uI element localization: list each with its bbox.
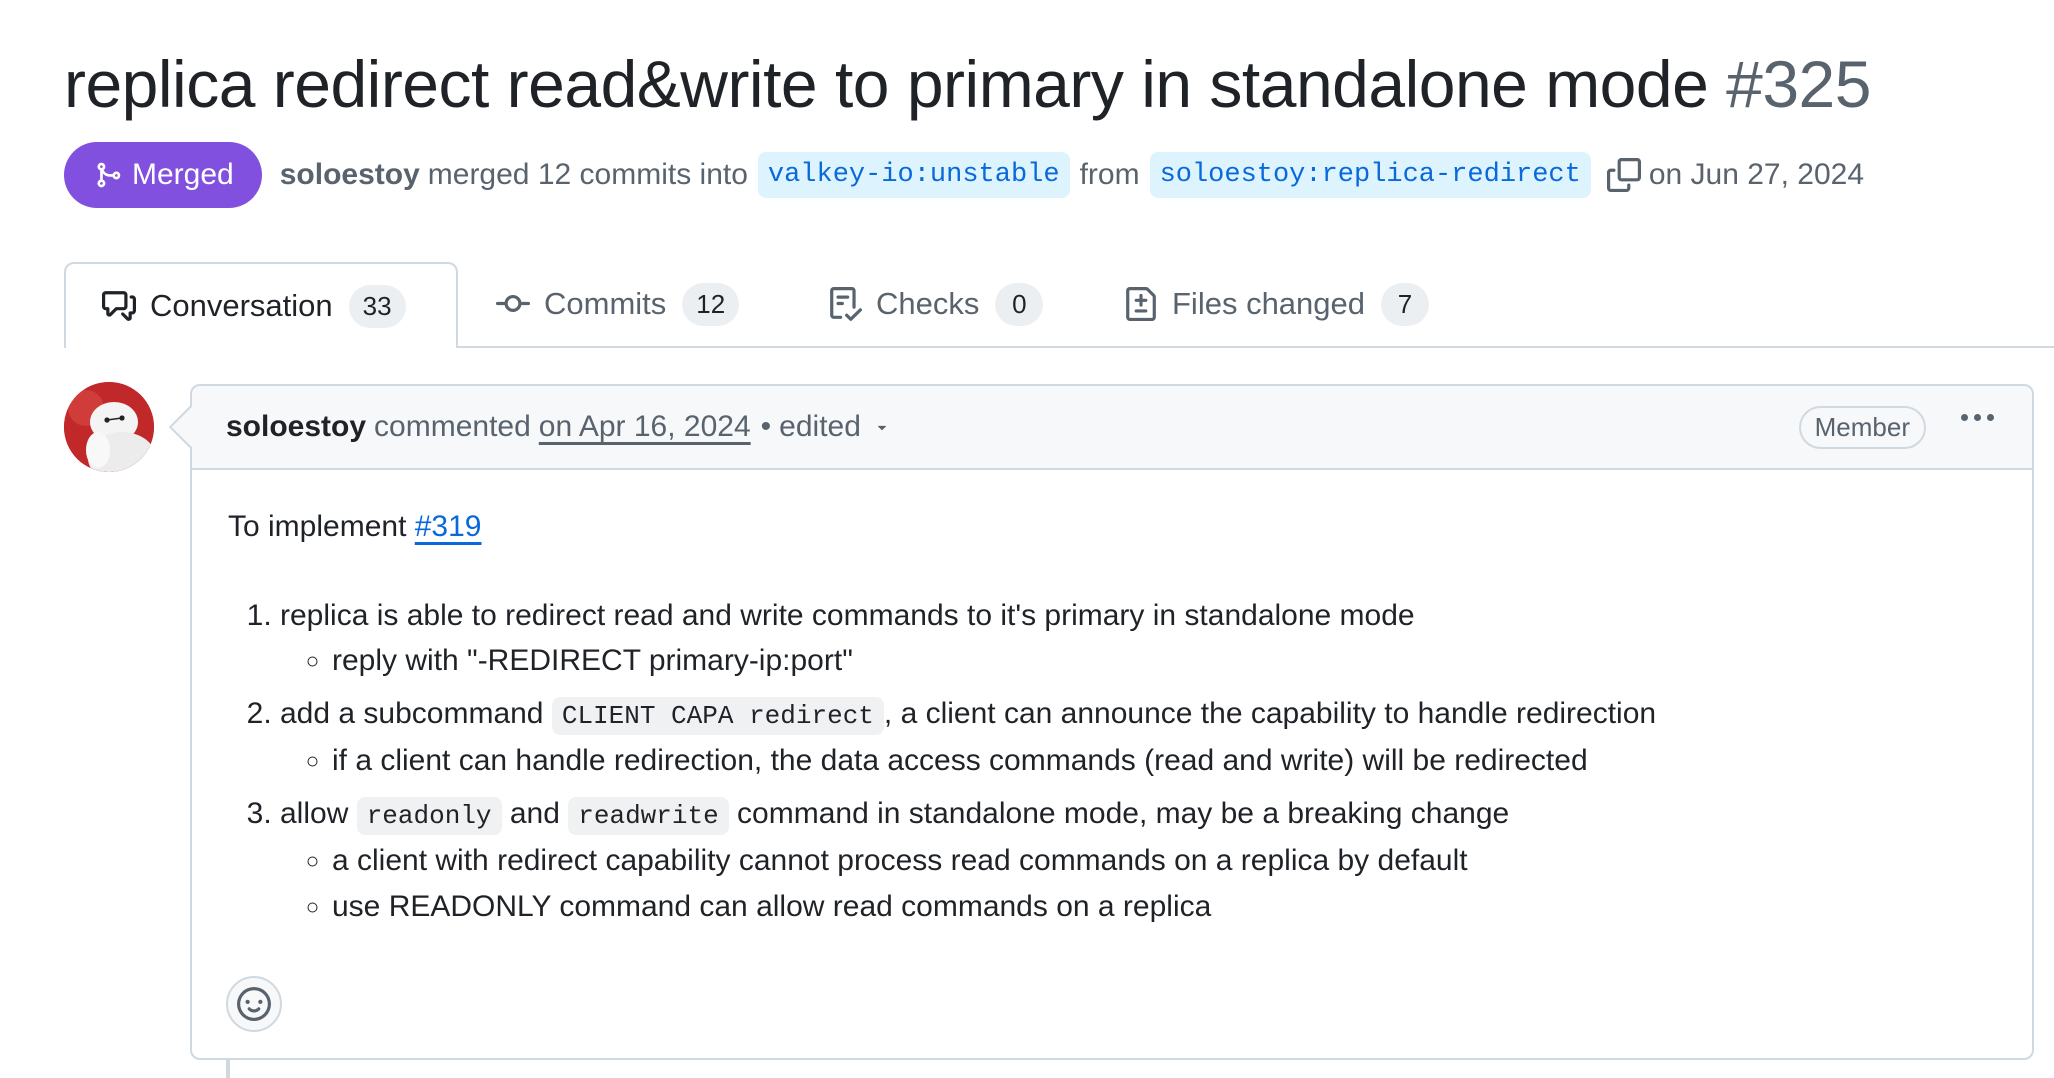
git-commit-icon xyxy=(496,294,530,312)
item-3-mid: and xyxy=(501,797,569,830)
checklist-icon xyxy=(830,287,862,321)
tab-commits-label: Commits xyxy=(544,286,667,321)
merged-commits-text: merged 12 commits into xyxy=(427,158,748,191)
tab-conversation-label: Conversation xyxy=(150,288,333,323)
merged-state-badge: Merged xyxy=(64,142,262,208)
item-1-text: replica is able to redirect read and wri… xyxy=(280,599,1415,632)
comment-header: soloestoy commented on Apr 16, 2024 • ed… xyxy=(192,386,2032,470)
tab-checks[interactable]: Checks 0 xyxy=(828,262,1044,346)
sub-list-item: reply with "-REDIRECT primary-ip:port" xyxy=(332,638,1996,684)
comment-box: soloestoy commented on Apr 16, 2024 • ed… xyxy=(190,384,2034,1060)
smiley-icon xyxy=(237,987,271,1021)
issue-link[interactable]: #319 xyxy=(415,510,482,543)
tab-conversation-count: 33 xyxy=(348,284,406,328)
list-item: add a subcommand CLIENT CAPA redirect, a… xyxy=(280,692,1996,784)
timeline-line xyxy=(226,1058,230,1078)
comment-edited[interactable]: edited xyxy=(779,410,861,444)
sub-list-item: a client with redirect capability cannot… xyxy=(332,838,1996,884)
tab-checks-count: 0 xyxy=(995,282,1044,326)
add-reaction-button[interactable] xyxy=(226,976,282,1032)
sub-list-item: if a client can handle redirection, the … xyxy=(332,738,1996,784)
sub-list: a client with redirect capability cannot… xyxy=(280,838,1996,930)
sub-list: if a client can handle redirection, the … xyxy=(280,738,1996,784)
item-2-post: , a client can announce the capability t… xyxy=(883,697,1657,730)
comment-author-link[interactable]: soloestoy xyxy=(226,410,366,444)
kebab-horizontal-icon[interactable] xyxy=(1961,414,1994,421)
tab-commits-count: 12 xyxy=(682,282,740,326)
pr-number: #325 xyxy=(1726,47,1871,121)
intro-paragraph: To implement #319 xyxy=(228,510,1996,544)
from-text: from xyxy=(1079,158,1140,191)
member-badge: Member xyxy=(1798,406,1926,449)
tab-checks-label: Checks xyxy=(876,286,980,321)
comment-body: To implement #319 replica is able to red… xyxy=(192,470,2032,930)
base-branch[interactable]: valkey-io:unstable xyxy=(757,152,1070,198)
comment-separator: • xyxy=(760,410,772,443)
inline-code: CLIENT CAPA redirect xyxy=(551,697,884,735)
item-3-pre: allow xyxy=(280,797,357,830)
item-3-post: command in standalone mode, may be a bre… xyxy=(728,797,1510,830)
list-item: allow readonly and readwrite command in … xyxy=(280,792,1996,930)
tab-commits[interactable]: Commits 12 xyxy=(496,262,740,346)
merged-date: on Jun 27, 2024 xyxy=(1648,158,1865,191)
avatar[interactable] xyxy=(64,382,154,472)
sub-list: reply with "-REDIRECT primary-ip:port" xyxy=(280,638,1996,684)
tab-files-changed-label: Files changed xyxy=(1172,286,1366,321)
intro-text: To implement xyxy=(228,510,415,543)
pr-title-text: replica redirect read&write to primary i… xyxy=(64,47,1709,121)
inline-code: readonly xyxy=(356,797,502,835)
triangle-down-icon[interactable] xyxy=(873,418,891,436)
list-item: replica is able to redirect read and wri… xyxy=(280,594,1996,684)
item-2-pre: add a subcommand xyxy=(280,697,552,730)
pr-meta: Merged soloestoy merged 12 commits into … xyxy=(64,142,1864,208)
merged-state-label: Merged xyxy=(132,158,234,191)
tab-files-changed[interactable]: Files changed 7 xyxy=(1124,262,1430,346)
tab-conversation[interactable]: Conversation 33 xyxy=(64,262,458,348)
ordered-list: replica is able to redirect read and wri… xyxy=(228,594,1996,930)
comment-date-link[interactable]: on Apr 16, 2024 xyxy=(539,410,751,444)
tab-files-changed-count: 7 xyxy=(1381,282,1430,326)
comment-action: commented xyxy=(374,410,531,443)
file-diff-icon xyxy=(1126,287,1156,321)
copy-icon[interactable] xyxy=(1606,158,1641,192)
git-merge-icon xyxy=(97,162,121,188)
sub-list-item: use READONLY command can allow read comm… xyxy=(332,884,1996,930)
comment-discussion-icon xyxy=(102,291,136,321)
pr-author-link[interactable]: soloestoy xyxy=(280,158,420,192)
pr-title: replica redirect read&write to primary i… xyxy=(64,40,1871,128)
head-branch[interactable]: soloestoy:replica-redirect xyxy=(1149,152,1591,198)
inline-code: readwrite xyxy=(568,797,729,835)
